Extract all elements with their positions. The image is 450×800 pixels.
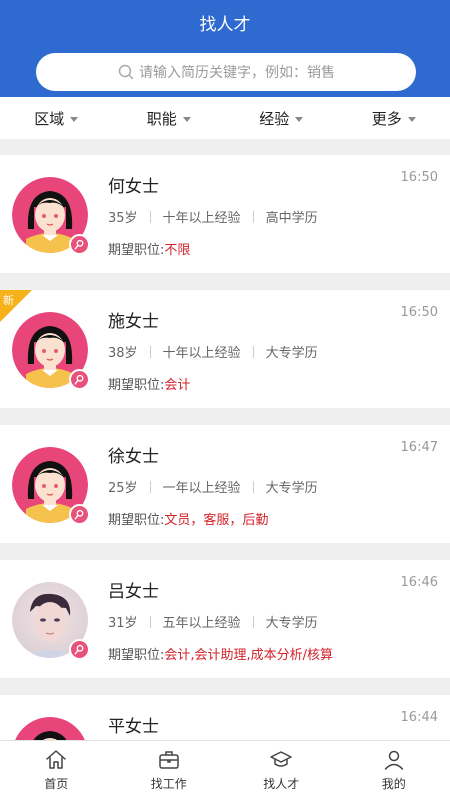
candidate-list: 何女士 16:50 35岁 十年以上经验 高中学历 期望职位:不限 新 施女士 … (0, 155, 450, 800)
expect-value: 会计,会计助理,成本分析/核算 (164, 648, 334, 663)
filter-experience[interactable]: 经验 (225, 97, 338, 139)
candidate-age: 25岁 (108, 481, 138, 496)
candidate-card[interactable]: 新 施女士 16:50 38岁 十年以上经验 大专学历 期望职位:会计 (0, 290, 450, 408)
tab-find-job[interactable]: 找工作 (113, 741, 226, 800)
chevron-down-icon (182, 116, 191, 122)
candidate-name: 何女士 (108, 177, 159, 197)
tab-home[interactable]: 首页 (0, 741, 113, 800)
filter-function[interactable]: 职能 (113, 97, 226, 139)
candidate-card[interactable]: 何女士 16:50 35岁 十年以上经验 高中学历 期望职位:不限 (0, 155, 450, 273)
candidate-expected-position: 期望职位:文员，客服，后勤 (108, 509, 268, 528)
expect-value: 会计 (164, 378, 191, 393)
search-input[interactable]: 请输入简历关键字，例如：销售 (36, 53, 416, 91)
candidate-card[interactable]: 徐女士 16:47 25岁 一年以上经验 大专学历 期望职位:文员，客服，后勤 (0, 425, 450, 543)
chevron-down-icon (407, 116, 416, 122)
candidate-meta: 31岁 五年以上经验 大专学历 (108, 612, 318, 631)
candidate-name: 吕女士 (108, 582, 159, 602)
search-placeholder: 请输入简历关键字，例如：销售 (139, 65, 335, 81)
candidate-experience: 一年以上经验 (162, 481, 241, 496)
candidate-name: 施女士 (108, 312, 159, 332)
female-icon (69, 639, 90, 660)
candidate-expected-position: 期望职位:会计 (108, 374, 190, 393)
divider (252, 615, 254, 628)
app: 找人才 请输入简历关键字，例如：销售 区域 职能 经验 更多 何女士 16:50… (0, 0, 450, 800)
candidate-time: 16:50 (400, 170, 438, 185)
briefcase-icon (159, 751, 179, 769)
page-title: 找人才 (199, 15, 251, 35)
filter-label: 职能 (146, 109, 177, 128)
header: 找人才 请输入简历关键字，例如：销售 (0, 0, 450, 97)
candidate-time: 16:44 (400, 710, 438, 725)
candidate-time: 16:47 (400, 440, 438, 455)
candidate-education: 大专学历 (265, 481, 318, 496)
expect-label: 期望职位: (108, 243, 165, 258)
divider (252, 345, 254, 358)
female-icon (69, 234, 90, 255)
tab-label: 找人才 (263, 777, 300, 791)
candidate-expected-position: 期望职位:会计,会计助理,成本分析/核算 (108, 644, 333, 663)
new-badge-label: 新 (3, 293, 14, 307)
user-icon (384, 750, 403, 770)
chevron-down-icon (70, 116, 79, 122)
female-icon (69, 504, 90, 525)
tab-find-talent[interactable]: 找人才 (225, 741, 338, 800)
graduation-cap-icon (270, 751, 292, 767)
filter-label: 更多 (371, 109, 402, 128)
candidate-expected-position: 期望职位:不限 (108, 239, 190, 258)
candidate-meta: 35岁 十年以上经验 高中学历 (108, 207, 318, 226)
filter-bar: 区域 职能 经验 更多 (0, 97, 450, 139)
tab-mine[interactable]: 我的 (338, 741, 450, 800)
bottom-tab-bar: 首页 找工作 找人才 我的 (0, 740, 450, 800)
search-icon (117, 63, 135, 81)
tab-label: 首页 (44, 777, 69, 791)
female-icon (69, 369, 90, 390)
candidate-time: 16:50 (400, 305, 438, 320)
filter-region[interactable]: 区域 (0, 97, 113, 139)
divider (149, 480, 151, 493)
candidate-card[interactable]: 吕女士 16:46 31岁 五年以上经验 大专学历 期望职位:会计,会计助理,成… (0, 560, 450, 678)
filter-more[interactable]: 更多 (338, 97, 450, 139)
expect-value: 文员，客服，后勤 (164, 513, 269, 528)
candidate-time: 16:46 (400, 575, 438, 590)
divider (252, 210, 254, 223)
divider (149, 615, 151, 628)
divider (252, 480, 254, 493)
candidate-age: 38岁 (108, 346, 138, 361)
filter-label: 经验 (259, 109, 290, 128)
candidate-education: 大专学历 (265, 616, 318, 631)
candidate-age: 35岁 (108, 211, 138, 226)
tab-label: 找工作 (150, 777, 187, 791)
candidate-experience: 五年以上经验 (162, 616, 241, 631)
expect-label: 期望职位: (108, 648, 165, 663)
candidate-age: 31岁 (108, 616, 138, 631)
candidate-education: 高中学历 (265, 211, 318, 226)
candidate-meta: 25岁 一年以上经验 大专学历 (108, 477, 318, 496)
candidate-experience: 十年以上经验 (162, 346, 241, 361)
candidate-name: 平女士 (108, 717, 159, 737)
filter-label: 区域 (34, 109, 65, 128)
tab-label: 我的 (381, 777, 406, 791)
expect-label: 期望职位: (108, 513, 165, 528)
candidate-experience: 十年以上经验 (162, 211, 241, 226)
divider (149, 345, 151, 358)
new-badge: 新 (0, 290, 32, 322)
home-icon (46, 750, 66, 769)
expect-label: 期望职位: (108, 378, 165, 393)
candidate-education: 大专学历 (265, 346, 318, 361)
expect-value: 不限 (164, 243, 191, 258)
candidate-meta: 38岁 十年以上经验 大专学历 (108, 342, 318, 361)
candidate-name: 徐女士 (108, 447, 159, 467)
chevron-down-icon (295, 116, 304, 122)
divider (149, 210, 151, 223)
